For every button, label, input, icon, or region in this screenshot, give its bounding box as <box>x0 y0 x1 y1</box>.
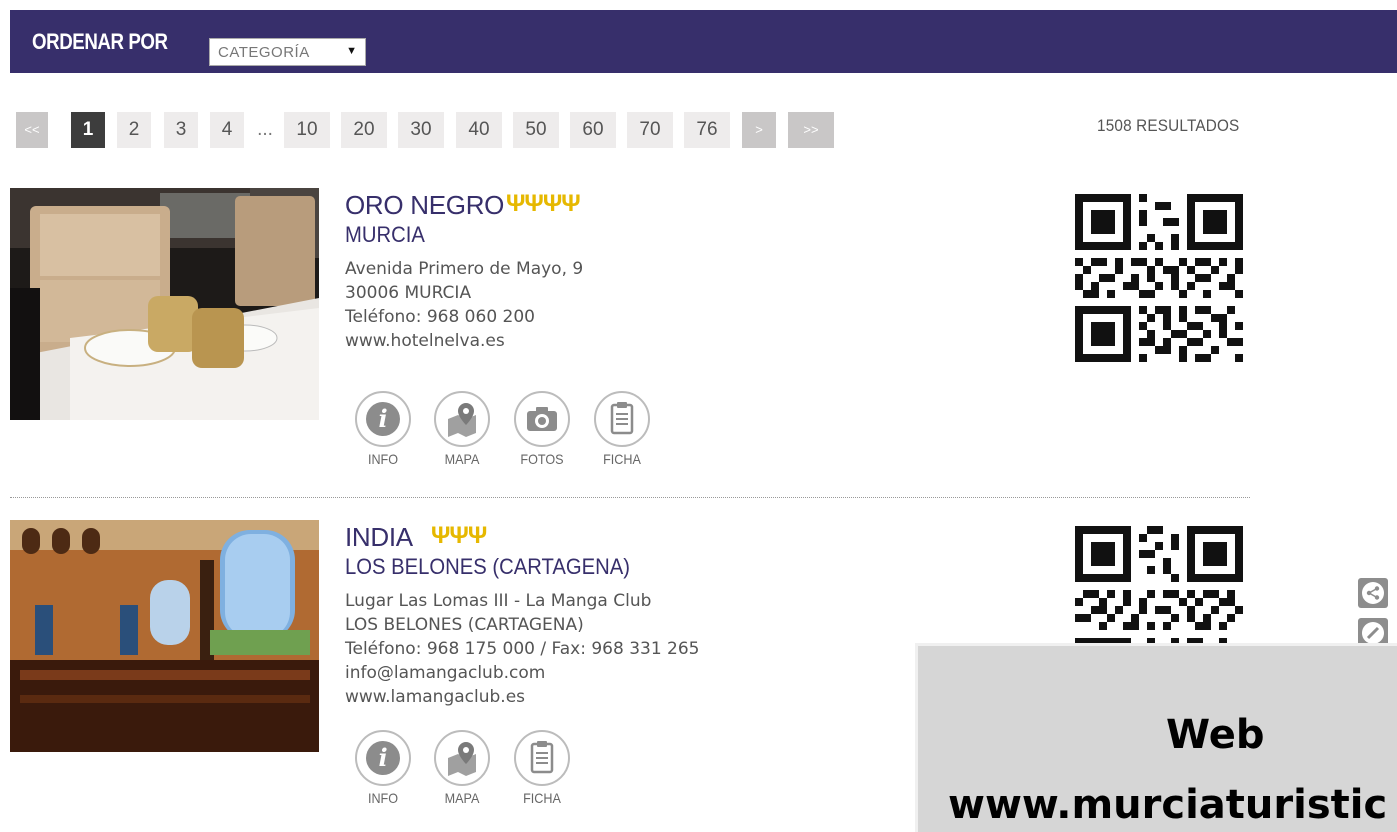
info-button[interactable]: i INFO <box>353 730 413 806</box>
annotation-box: Web www.murciaturistic <box>915 643 1397 832</box>
next-page-button[interactable]: > <box>742 112 776 148</box>
address-line: Lugar Las Lomas III - La Manga Club <box>345 591 652 611</box>
map-label: MAPA <box>444 451 480 467</box>
qr-code <box>1075 194 1243 362</box>
page-ellipsis: ... <box>257 119 273 140</box>
info-icon: i <box>355 730 411 786</box>
results-count: 1508 RESULTADOS <box>1097 116 1240 135</box>
map-button[interactable]: MAPA <box>432 730 492 806</box>
sort-label: ORDENAR POR <box>32 29 168 54</box>
listing-item: ORO NEGRO ΨΨΨΨ MURCIA Avenida Primero de… <box>10 188 1250 478</box>
last-page-button[interactable]: >> <box>788 112 834 148</box>
restaurant-name[interactable]: ORO NEGRO <box>345 190 504 221</box>
fork-rating-icon: ΨΨΨΨ <box>506 190 581 217</box>
info-label: INFO <box>367 451 399 467</box>
dropdown-arrow-icon: ▼ <box>346 45 357 57</box>
page-link-20[interactable]: 20 <box>341 112 387 148</box>
info-button[interactable]: i INFO <box>353 391 413 467</box>
sort-bar: ORDENAR POR CATEGORÍA ▼ <box>10 10 1397 73</box>
postal-city-line: LOS BELONES (CARTAGENA) <box>345 615 584 635</box>
fork-rating-icon: ΨΨΨ <box>431 522 487 549</box>
page-link-4[interactable]: 4 <box>210 112 244 148</box>
page-link-3[interactable]: 3 <box>164 112 198 148</box>
photos-label: FOTOS <box>520 451 564 467</box>
listing-divider <box>10 497 1250 498</box>
page-link-50[interactable]: 50 <box>513 112 559 148</box>
map-pin-icon <box>434 730 490 786</box>
share-button[interactable] <box>1358 578 1388 608</box>
clipboard-icon <box>594 391 650 447</box>
share-icon <box>1362 582 1384 604</box>
page-link-1[interactable]: 1 <box>71 112 105 148</box>
svg-text:i: i <box>378 743 387 772</box>
page-link-30[interactable]: 30 <box>398 112 444 148</box>
postal-city-line: 30006 MURCIA <box>345 283 472 303</box>
page-link-40[interactable]: 40 <box>456 112 502 148</box>
restaurant-name[interactable]: INDIA <box>345 522 413 553</box>
info-icon: i <box>355 391 411 447</box>
phone-line: Teléfono: 968 060 200 <box>345 307 535 327</box>
svg-text:i: i <box>378 404 387 433</box>
map-label: MAPA <box>444 790 480 806</box>
page-link-76[interactable]: 76 <box>684 112 730 148</box>
ficha-button[interactable]: FICHA <box>592 391 652 467</box>
annotation-title: Web <box>1166 712 1265 758</box>
map-button[interactable]: MAPA <box>432 391 492 467</box>
ficha-label: FICHA <box>603 451 641 467</box>
address-line: Avenida Primero de Mayo, 9 <box>345 259 584 279</box>
website-link[interactable]: www.hotelnelva.es <box>345 331 505 351</box>
restaurant-city: MURCIA <box>345 222 425 247</box>
sort-select[interactable]: CATEGORÍA ▼ <box>209 38 366 66</box>
photos-button[interactable]: FOTOS <box>512 391 572 467</box>
restaurant-city: LOS BELONES (CARTAGENA) <box>345 554 630 579</box>
sort-select-value: CATEGORÍA <box>218 44 310 61</box>
website-link[interactable]: www.lamangaclub.es <box>345 687 525 707</box>
info-label: INFO <box>367 790 399 806</box>
ficha-button[interactable]: FICHA <box>512 730 572 806</box>
map-pin-icon <box>434 391 490 447</box>
page-link-10[interactable]: 10 <box>284 112 330 148</box>
clipboard-icon <box>514 730 570 786</box>
page-link-70[interactable]: 70 <box>627 112 673 148</box>
email-link[interactable]: info@lamangaclub.com <box>345 663 545 683</box>
first-page-button[interactable]: << <box>16 112 48 148</box>
annotation-url: www.murciaturistic <box>948 782 1388 828</box>
ficha-label: FICHA <box>523 790 561 806</box>
restaurant-photo[interactable] <box>10 188 319 420</box>
page-link-60[interactable]: 60 <box>570 112 616 148</box>
camera-icon <box>514 391 570 447</box>
phone-line: Teléfono: 968 175 000 / Fax: 968 331 265 <box>345 639 700 659</box>
restaurant-photo[interactable] <box>10 520 319 752</box>
page-link-2[interactable]: 2 <box>117 112 151 148</box>
